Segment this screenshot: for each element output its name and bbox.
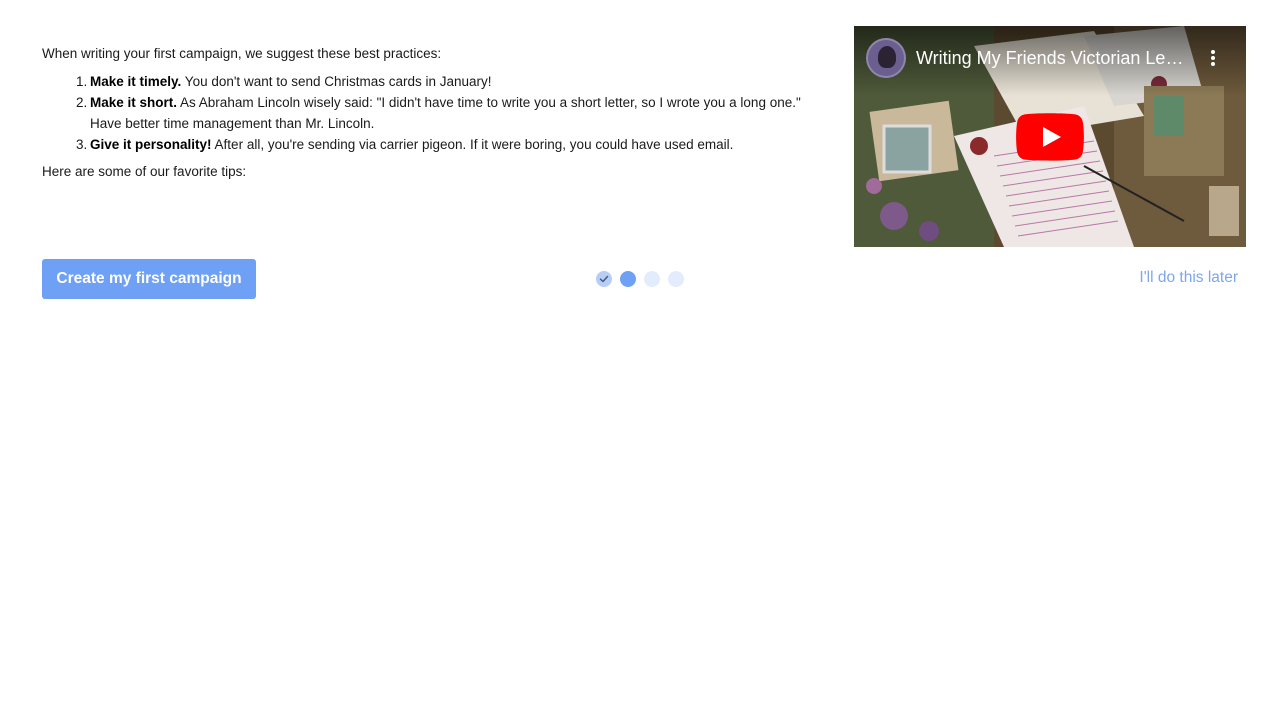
create-first-campaign-button[interactable]: Create my first campaign <box>42 259 256 299</box>
step-dot-upcoming <box>668 271 684 287</box>
practice-text: You don't want to send Christmas cards i… <box>181 74 492 89</box>
step-dot-upcoming <box>644 271 660 287</box>
step-dot-completed <box>596 271 612 287</box>
more-vert-icon[interactable] <box>1210 50 1216 68</box>
intro-text: When writing your first campaign, we sug… <box>42 46 442 61</box>
do-this-later-link[interactable]: I'll do this later <box>1139 269 1238 287</box>
checkmark-icon <box>599 275 609 283</box>
video-embed[interactable]: Writing My Friends Victorian Letters <box>854 26 1246 247</box>
practice-title: Give it personality! <box>90 137 212 152</box>
step-progress-indicator <box>596 271 684 287</box>
practice-item: Give it personality! After all, you're s… <box>76 134 812 155</box>
practice-text: As Abraham Lincoln wisely said: "I didn'… <box>90 95 801 131</box>
practice-title: Make it short. <box>90 95 178 110</box>
practice-item: Make it short. As Abraham Lincoln wisely… <box>76 92 812 134</box>
practice-item: Make it timely. You don't want to send C… <box>76 71 812 92</box>
practice-title: Make it timely. <box>90 74 182 89</box>
channel-avatar[interactable] <box>866 38 906 78</box>
step-dot-current <box>620 271 636 287</box>
best-practices-section: When writing your first campaign, we sug… <box>42 43 812 182</box>
video-title[interactable]: Writing My Friends Victorian Letters <box>916 46 1186 70</box>
practice-text: After all, you're sending via carrier pi… <box>211 137 734 152</box>
tips-heading: Here are some of our favorite tips: <box>42 164 247 179</box>
youtube-play-icon[interactable] <box>1016 113 1084 161</box>
practices-list: Make it timely. You don't want to send C… <box>76 71 812 155</box>
